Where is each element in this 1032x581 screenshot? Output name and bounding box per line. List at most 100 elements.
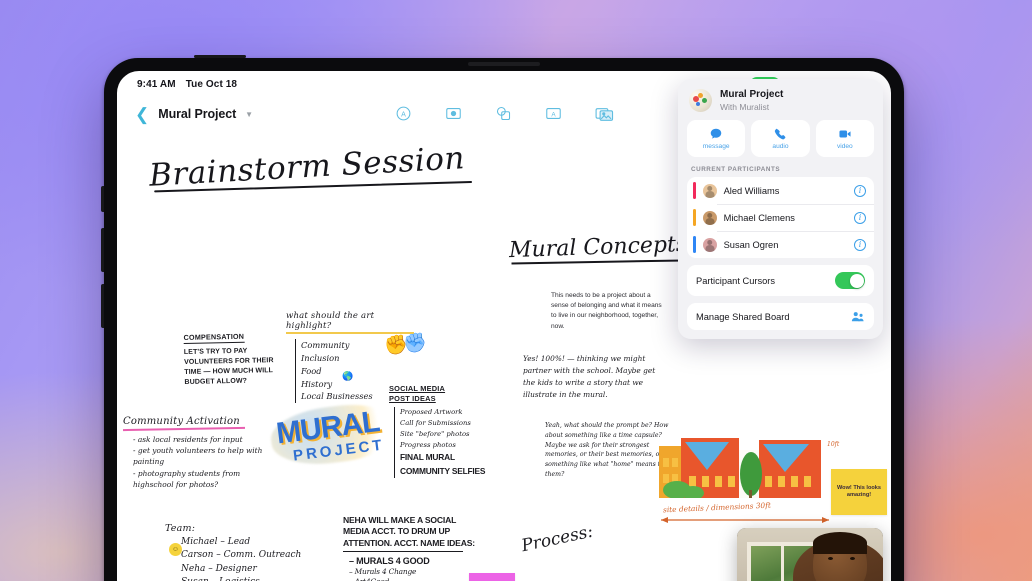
note-social-media[interactable]: SOCIAL MEDIA POST IDEAS Proposed Artwork…: [389, 384, 504, 479]
list-item: – Murals 4 Change: [349, 567, 417, 577]
participant-name: Aled Williams: [723, 185, 780, 196]
status-date: Tue Oct 18: [185, 78, 238, 90]
participant-row-aled[interactable]: Aled Williams i: [687, 177, 874, 204]
handwritten-reply-1[interactable]: Yes! 100%! — thinking we might partner w…: [523, 353, 665, 400]
participant-name: Susan Ogren: [723, 239, 779, 250]
handwritten-reply-2[interactable]: Yeah, what should the prompt be? How abo…: [545, 421, 677, 480]
list-item: Carson – Comm. Outreach: [181, 550, 302, 561]
status-time: 9:41 AM: [137, 78, 176, 90]
panel-actions: message audio video: [687, 120, 874, 158]
note-compensation-body: LET'S TRY TO PAY VOLUNTEERS FOR THEIR TI…: [183, 347, 274, 387]
shapes-icon[interactable]: [495, 105, 512, 122]
list-item: - photography students from highschool f…: [133, 468, 241, 489]
participant-cursors-toggle[interactable]: [835, 272, 865, 290]
phone-icon: [775, 128, 786, 140]
note-compensation-heading: COMPENSATION: [183, 331, 245, 345]
svg-text:A: A: [551, 111, 556, 118]
note-neha-account[interactable]: NEHA WILL MAKE A SOCIAL MEDIA ACCT. TO D…: [343, 515, 478, 581]
list-item: Michael – Lead: [181, 537, 251, 547]
note-neha-body: NEHA WILL MAKE A SOCIAL MEDIA ACCT. TO D…: [343, 515, 475, 548]
avatar: [702, 210, 717, 225]
participant-video-feed[interactable]: [737, 528, 883, 581]
volume-down-button[interactable]: [101, 284, 104, 328]
message-bubble-icon: [710, 128, 722, 139]
side-button-1[interactable]: [101, 186, 104, 212]
note-social-heading-2: POST IDEAS: [389, 393, 436, 403]
note-team[interactable]: Team: ☺ Michael – Lead Carson – Comm. Ou…: [165, 523, 325, 581]
smiley-icon: ☺: [169, 543, 182, 556]
palette-avatar-icon: [689, 89, 712, 113]
divider: [343, 551, 463, 553]
info-icon[interactable]: i: [854, 211, 866, 224]
note-community-list: - ask local residents for input - get yo…: [133, 434, 273, 490]
list-item: Call for Submissions: [400, 419, 471, 428]
note-art-heading: what should the art highlight?: [286, 311, 421, 334]
info-icon[interactable]: i: [854, 184, 866, 197]
chevron-down-icon[interactable]: ▼: [245, 110, 253, 119]
status-bar-left: 9:41 AM Tue Oct 18: [137, 79, 237, 90]
note-neha-ideas: – MURALS 4 GOOD – Murals 4 Change – Art4…: [349, 555, 478, 581]
circle-a-icon[interactable]: A: [395, 105, 412, 122]
note-community-heading: Community Activation: [123, 416, 273, 430]
message-label: message: [702, 143, 730, 151]
list-item: - get youth volunteers to help with pain…: [133, 446, 263, 467]
list-item: FINAL MURAL: [400, 452, 455, 463]
media-frame-icon[interactable]: [445, 105, 462, 122]
dimension-label: site details / dimensions 30ft: [662, 500, 772, 515]
audio-button[interactable]: audio: [751, 120, 810, 158]
height-dimension-label: 10ft: [827, 441, 840, 448]
list-item: - ask local residents for input: [133, 435, 243, 445]
participant-cursors-row[interactable]: Participant Cursors: [687, 265, 874, 297]
participants-panel: Mural Project With Muralist message audi…: [678, 79, 883, 340]
audio-label: audio: [772, 143, 789, 151]
participant-cursors-label: Participant Cursors: [696, 275, 776, 286]
globe-icon: 🌎: [342, 371, 354, 381]
list-item: COMMUNITY SELFIES: [400, 465, 486, 476]
avatar: [702, 183, 717, 198]
note-compensation[interactable]: COMPENSATION LET'S TRY TO PAY VOLUNTEERS…: [183, 325, 280, 389]
panel-header: Mural Project With Muralist: [687, 88, 874, 113]
text-box-icon[interactable]: A: [545, 105, 562, 122]
video-button[interactable]: video: [815, 120, 874, 158]
list-item: Neha – Designer: [181, 563, 257, 574]
dimension-arrow-icon: [661, 517, 829, 523]
canvas-title-concepts: Mural Concepts: [508, 231, 688, 264]
toolbar-left: ❮ Mural Project ▼: [135, 106, 253, 123]
sticky-note[interactable]: Research Local ecologies: [469, 573, 515, 581]
typed-note[interactable]: This needs to be a project about a sense…: [551, 291, 667, 332]
manage-shared-board-label: Manage Shared Board: [696, 311, 790, 322]
note-community-activation[interactable]: Community Activation - ask local residen…: [123, 416, 273, 490]
volume-up-button[interactable]: [101, 228, 104, 272]
panel-project-title: Mural Project: [720, 89, 784, 100]
process-label: Process:: [519, 521, 595, 557]
participants-list: Aled Williams i Michael Clemens i Susan …: [687, 177, 874, 259]
manage-shared-board-row[interactable]: Manage Shared Board: [687, 303, 874, 331]
panel-project-subtitle: With Muralist: [720, 101, 770, 112]
participants-section-label: CURRENT PARTICIPANTS: [691, 166, 781, 174]
svg-text:A: A: [401, 110, 406, 118]
list-item: Food: [301, 365, 322, 376]
mural-project-logo: MURAL PROJECT: [267, 398, 402, 470]
note-social-heading-1: SOCIAL MEDIA: [389, 384, 446, 393]
participant-row-michael[interactable]: Michael Clemens i: [687, 204, 874, 231]
list-item: – MURALS 4 GOOD: [349, 556, 430, 567]
participant-color-bar: [693, 209, 696, 227]
canvas-title-brainstorm: Brainstorm Session: [148, 140, 466, 194]
message-button[interactable]: message: [687, 120, 746, 158]
participant-name: Michael Clemens: [723, 212, 795, 223]
participant-row-susan[interactable]: Susan Ogren i: [687, 231, 874, 258]
note-social-list: Proposed Artwork Call for Submissions Si…: [394, 407, 504, 479]
page-title: Mural Project: [158, 107, 237, 121]
power-button[interactable]: [194, 55, 246, 58]
mural-sketch[interactable]: [659, 436, 821, 498]
photos-icon[interactable]: [595, 105, 614, 124]
video-label: video: [836, 143, 853, 151]
back-chevron-icon[interactable]: ❮: [135, 106, 149, 123]
avatar: [702, 237, 717, 252]
tablet-device: 9:41 AM Tue Oct 18 100% ❮ Mural Project …: [101, 55, 904, 581]
sticky-note[interactable]: Wow! This looks amazing!: [831, 469, 887, 515]
tablet-screen: 9:41 AM Tue Oct 18 100% ❮ Mural Project …: [117, 71, 891, 581]
participant-color-bar: [693, 236, 696, 254]
info-icon[interactable]: i: [854, 238, 866, 251]
video-camera-icon: [839, 130, 851, 138]
